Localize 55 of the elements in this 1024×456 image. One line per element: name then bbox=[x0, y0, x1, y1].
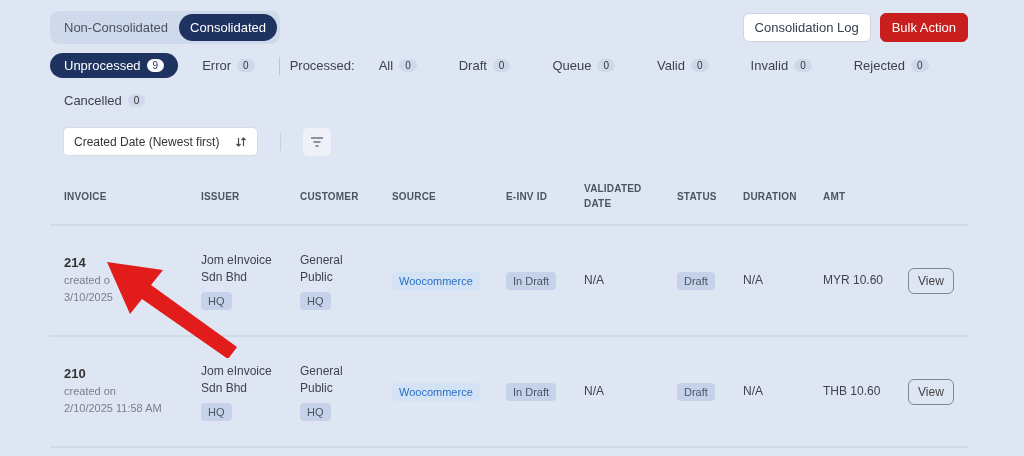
sort-icon bbox=[235, 135, 248, 148]
created-date: 2/10/2025 11:58 AM bbox=[64, 401, 163, 416]
filter-tab[interactable]: Draft 0 bbox=[444, 53, 525, 78]
view-button[interactable]: View bbox=[908, 378, 954, 405]
table-cell-text: N/A bbox=[743, 272, 764, 289]
customer-name: General Public bbox=[300, 362, 344, 397]
column-header: DURATION bbox=[743, 189, 798, 204]
filter-tab[interactable]: Rejected 0 bbox=[839, 53, 943, 78]
issuer-name: Jom eInvoice Sdn Bhd bbox=[201, 362, 273, 397]
created-label: created on bbox=[64, 384, 117, 399]
filter-tab[interactable]: Unprocessed 9 bbox=[50, 53, 179, 78]
filter-button[interactable] bbox=[303, 127, 332, 156]
customer-name: General Public bbox=[300, 251, 344, 286]
filter-tab[interactable]: All 0 bbox=[364, 53, 431, 78]
view-tab[interactable]: Non-Consolidated bbox=[53, 14, 180, 41]
table-cell-text: N/A bbox=[584, 383, 605, 400]
column-header: SOURCE bbox=[392, 189, 437, 204]
created-label: created o bbox=[64, 273, 111, 288]
branch-tag: HQ bbox=[201, 291, 232, 310]
filter-tab[interactable]: Valid 0 bbox=[643, 53, 723, 78]
amount: THB 10.60 bbox=[823, 383, 882, 400]
view-tab[interactable]: Consolidated bbox=[179, 14, 277, 41]
filter-tab[interactable]: Cancelled 0 bbox=[50, 88, 160, 113]
branch-tag: HQ bbox=[300, 402, 331, 421]
amount: MYR 10.60 bbox=[823, 272, 885, 289]
filter-icon bbox=[310, 136, 325, 147]
column-header: E-INV ID bbox=[506, 189, 549, 204]
invoice-number: 210 bbox=[64, 366, 87, 381]
source-tag: Woocommerce bbox=[392, 271, 480, 290]
branch-tag: HQ bbox=[300, 291, 331, 310]
status-tag: Draft bbox=[677, 382, 715, 401]
column-header: STATUS bbox=[677, 189, 718, 204]
issuer-name: Jom eInvoice Sdn Bhd bbox=[201, 251, 273, 286]
column-header: AMT bbox=[823, 189, 847, 204]
branch-tag: HQ bbox=[201, 402, 232, 421]
bulk-action-button[interactable]: Bulk Action bbox=[879, 13, 968, 42]
filter-tab[interactable]: Error 0 bbox=[188, 53, 269, 78]
processed-label: Processed: bbox=[289, 58, 355, 73]
created-date: 3/10/2025 bbox=[64, 290, 114, 305]
status-tag: Draft bbox=[677, 271, 715, 290]
view-button[interactable]: View bbox=[908, 267, 954, 294]
table-cell-text: N/A bbox=[584, 272, 605, 289]
column-header: CUSTOMER bbox=[300, 189, 360, 204]
filter-tab[interactable]: Invalid 0 bbox=[736, 53, 826, 78]
sort-dropdown[interactable]: Created Date (Newest first) bbox=[63, 127, 259, 156]
einv-tag: In Draft bbox=[506, 271, 557, 290]
column-header: INVOICE bbox=[63, 189, 108, 204]
column-header: ISSUER bbox=[201, 189, 241, 204]
einv-tag: In Draft bbox=[506, 382, 557, 401]
invoice-number: 214 bbox=[64, 255, 87, 270]
table-cell-text: N/A bbox=[743, 383, 764, 400]
filter-tab[interactable]: Queue 0 bbox=[538, 53, 630, 78]
log-button[interactable]: Consolidation Log bbox=[742, 13, 871, 42]
source-tag: Woocommerce bbox=[392, 382, 480, 401]
column-header: VALIDATED DATE bbox=[584, 182, 643, 211]
